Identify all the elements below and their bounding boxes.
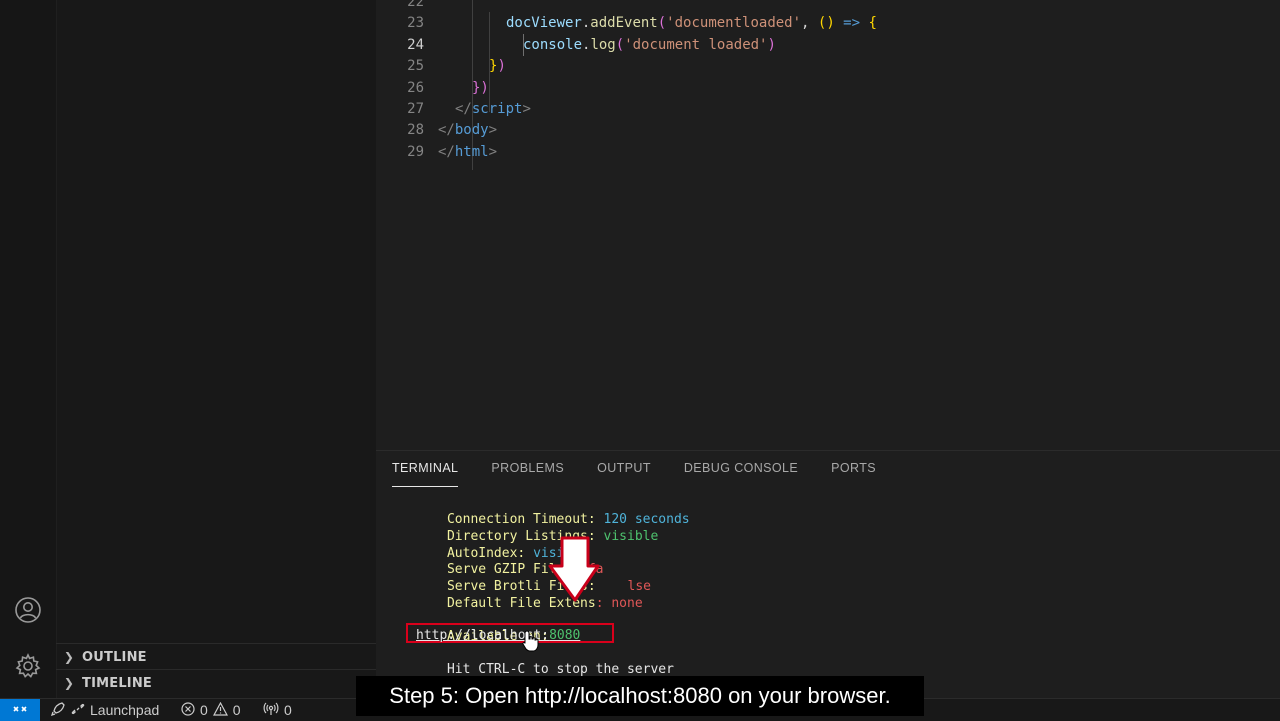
code-editor[interactable]: 22 23 docViewer.addEvent('documentloaded',… — [376, 0, 1280, 450]
code-token: body — [454, 122, 489, 139]
panel-tabs: TERMINAL PROBLEMS OUTPUT DEBUG CONSOLE P… — [392, 459, 909, 487]
code-token: </ — [455, 101, 472, 117]
code-line: 28 </body> — [376, 120, 1280, 141]
code-token: </ — [438, 143, 455, 160]
timeline-label: TIMELINE — [82, 675, 153, 691]
code-token: ( — [615, 36, 625, 53]
terminal-line: Serve Brotli Files: lse — [446, 579, 651, 594]
outline-section[interactable]: ❯ OUTLINE — [56, 643, 376, 670]
error-count: 0 — [200, 702, 208, 718]
line-number: 27 — [407, 101, 424, 117]
code-token: () — [817, 15, 835, 32]
terminal-line: Default File Extens: none — [446, 596, 643, 611]
code-line: 24 console.log('document loaded') — [376, 35, 1280, 56]
code-token: addEvent — [590, 15, 658, 32]
code-token: ( — [657, 15, 667, 32]
rocket-icon — [50, 701, 66, 720]
code-token: docViewer — [506, 15, 582, 32]
code-token: , — [801, 15, 818, 32]
ports-count: 0 — [284, 702, 292, 718]
line-number: 26 — [407, 79, 424, 96]
code-token: > — [488, 122, 498, 139]
gear-icon[interactable] — [12, 650, 44, 682]
error-icon — [181, 701, 195, 719]
tab-debug-console[interactable]: DEBUG CONSOLE — [684, 459, 798, 487]
link-icon — [71, 702, 85, 719]
code-token: 'document loaded' — [624, 36, 768, 53]
code-text: console.log('document loaded') — [523, 35, 776, 56]
localhost-link[interactable]: http://localhost:8080 — [416, 627, 580, 644]
launchpad-label: Launchpad — [90, 702, 160, 718]
code-token: ) — [767, 36, 776, 53]
tab-terminal[interactable]: TERMINAL — [392, 459, 459, 487]
terminal-line: Directory Listings: visible — [446, 529, 659, 544]
line-number: 29 — [407, 143, 424, 160]
outline-label: OUTLINE — [82, 649, 147, 665]
timeline-section[interactable]: ❯ TIMELINE — [56, 669, 376, 696]
code-text: </body> — [438, 120, 497, 141]
line-number: 24 — [407, 36, 424, 53]
chevron-right-icon: ❯ — [63, 650, 75, 664]
accounts-icon[interactable] — [12, 594, 44, 626]
code-line: 25}) — [376, 56, 1280, 77]
code-token: log — [590, 36, 616, 53]
activity-bar — [0, 0, 57, 698]
remote-indicator[interactable] — [0, 699, 40, 721]
tab-problems[interactable]: PROBLEMS — [491, 459, 564, 487]
bottom-panel: TERMINAL PROBLEMS OUTPUT DEBUG CONSOLE P… — [376, 450, 1280, 699]
broadcast-icon — [263, 702, 279, 719]
code-line: 27 </script> — [376, 99, 1280, 120]
code-token: html — [454, 143, 489, 160]
code-token: }) — [472, 79, 489, 96]
hand-pointer-icon — [522, 630, 540, 656]
code-token: console — [523, 36, 583, 53]
problems-indicator[interactable]: 0 0 — [181, 699, 241, 721]
line-number: 22 — [407, 0, 424, 10]
code-token: > — [522, 101, 531, 117]
line-number: 28 — [407, 122, 424, 139]
arrow-down-icon — [548, 536, 600, 606]
chevron-right-icon: ❯ — [63, 676, 75, 690]
code-text: docViewer.addEvent('documentloaded', () … — [506, 13, 877, 34]
code-token: => — [834, 15, 869, 32]
code-token: script — [471, 101, 523, 117]
code-line: 23 docViewer.addEvent('documentloaded', (… — [376, 13, 1280, 34]
code-line: 29 </html> — [376, 142, 1280, 163]
code-line: 22 — [376, 0, 1280, 13]
tab-output[interactable]: OUTPUT — [597, 459, 651, 487]
ports-indicator[interactable]: 0 — [263, 699, 292, 721]
tutorial-caption: Step 5: Open http://localhost:8080 on yo… — [356, 676, 924, 716]
launchpad-item[interactable]: Launchpad — [50, 699, 159, 721]
line-number: 25 — [407, 58, 424, 75]
warning-count: 0 — [232, 702, 241, 718]
code-token: </ — [438, 122, 455, 139]
tab-ports[interactable]: PORTS — [831, 459, 876, 487]
sidebar: ❯ OUTLINE ❯ TIMELINE — [0, 0, 376, 698]
code-line: 26}) — [376, 78, 1280, 99]
code-token: 'documentloaded' — [666, 15, 802, 32]
code-text: </html> — [438, 142, 497, 163]
code-token: ) — [497, 58, 506, 75]
code-text: </script> — [455, 99, 531, 120]
remote-icon — [12, 701, 28, 720]
terminal-line: Connection Timeout: 120 seconds — [446, 512, 690, 527]
line-number: 23 — [407, 15, 424, 32]
warning-icon — [212, 701, 228, 719]
code-token: > — [488, 143, 498, 160]
code-token: { — [868, 15, 877, 32]
code-text: }) — [489, 56, 506, 77]
code-text: }) — [472, 78, 489, 99]
